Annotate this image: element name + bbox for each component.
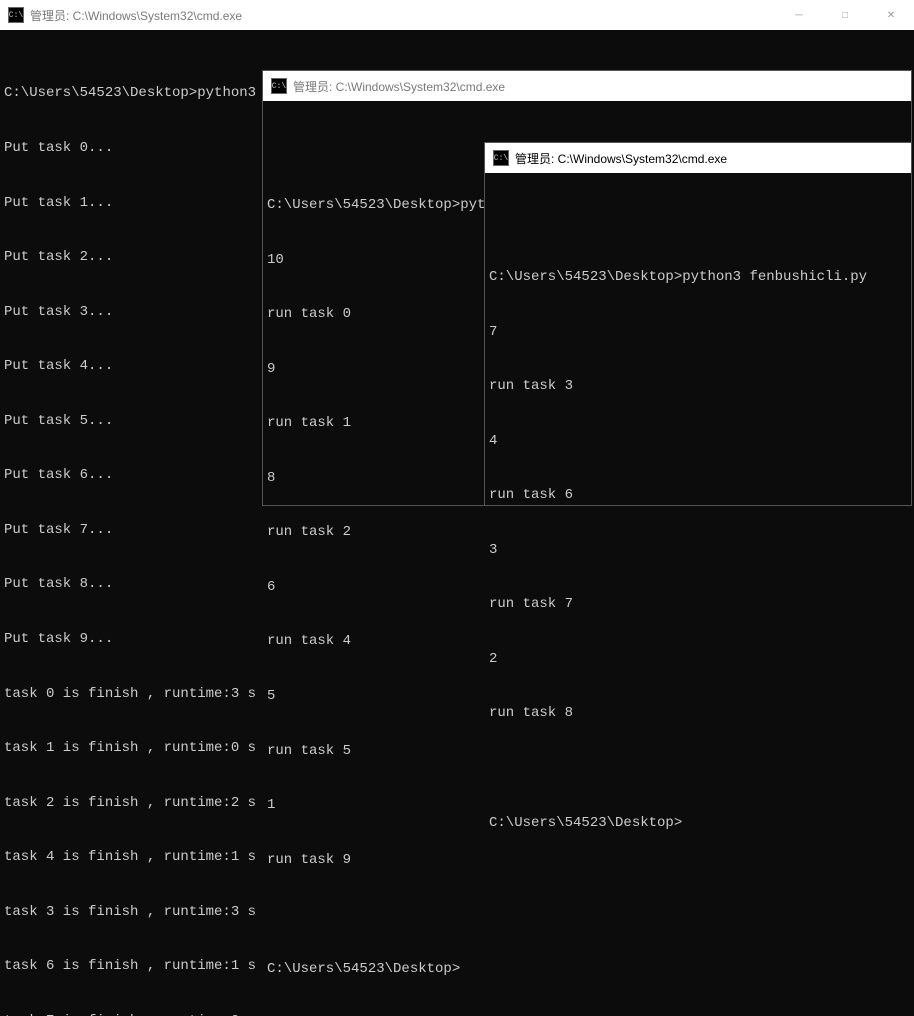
output-line: run task 8 xyxy=(489,704,907,722)
cmd-icon: C:\ xyxy=(271,78,287,94)
output-line: 2 xyxy=(489,650,907,668)
output-line: 4 xyxy=(489,432,907,450)
output-line xyxy=(267,905,907,923)
window-title: 管理员: C:\Windows\System32\cmd.exe xyxy=(293,78,505,95)
prompt-line: C:\Users\54523\Desktop> xyxy=(489,814,907,832)
output-line: run task 3 xyxy=(489,377,907,395)
titlebar[interactable]: C:\ 管理员: C:\Windows\System32\cmd.exe xyxy=(485,143,911,173)
prompt-line: C:\Users\54523\Desktop> xyxy=(267,960,907,978)
cmd-icon: C:\ xyxy=(8,7,24,23)
output-line xyxy=(489,759,907,777)
close-button[interactable]: ✕ xyxy=(868,0,914,30)
window-title: 管理员: C:\Windows\System32\cmd.exe xyxy=(515,150,727,167)
prompt-line: C:\Users\54523\Desktop>python3 fenbushic… xyxy=(489,268,907,286)
cmd-icon: C:\ xyxy=(493,150,509,166)
titlebar-left: C:\ 管理员: C:\Windows\System32\cmd.exe xyxy=(0,7,242,24)
output-line: run task 6 xyxy=(489,486,907,504)
window-title: 管理员: C:\Windows\System32\cmd.exe xyxy=(30,7,242,24)
minimize-button[interactable]: ─ xyxy=(776,0,822,30)
output-line: 3 xyxy=(489,541,907,559)
titlebar[interactable]: C:\ 管理员: C:\Windows\System32\cmd.exe ─ □… xyxy=(0,0,914,30)
terminal-body[interactable]: C:\Users\54523\Desktop>python3 fenbushic… xyxy=(485,173,911,872)
output-line: 7 xyxy=(489,323,907,341)
window-controls: ─ □ ✕ xyxy=(776,0,914,30)
maximize-button[interactable]: □ xyxy=(822,0,868,30)
output-line: run task 7 xyxy=(489,595,907,613)
titlebar-left: C:\ 管理员: C:\Windows\System32\cmd.exe xyxy=(263,78,505,95)
titlebar[interactable]: C:\ 管理员: C:\Windows\System32\cmd.exe xyxy=(263,71,911,101)
cmd-window-client-2: C:\ 管理员: C:\Windows\System32\cmd.exe C:\… xyxy=(484,142,912,506)
titlebar-left: C:\ 管理员: C:\Windows\System32\cmd.exe xyxy=(485,150,727,167)
output-line xyxy=(489,213,907,231)
